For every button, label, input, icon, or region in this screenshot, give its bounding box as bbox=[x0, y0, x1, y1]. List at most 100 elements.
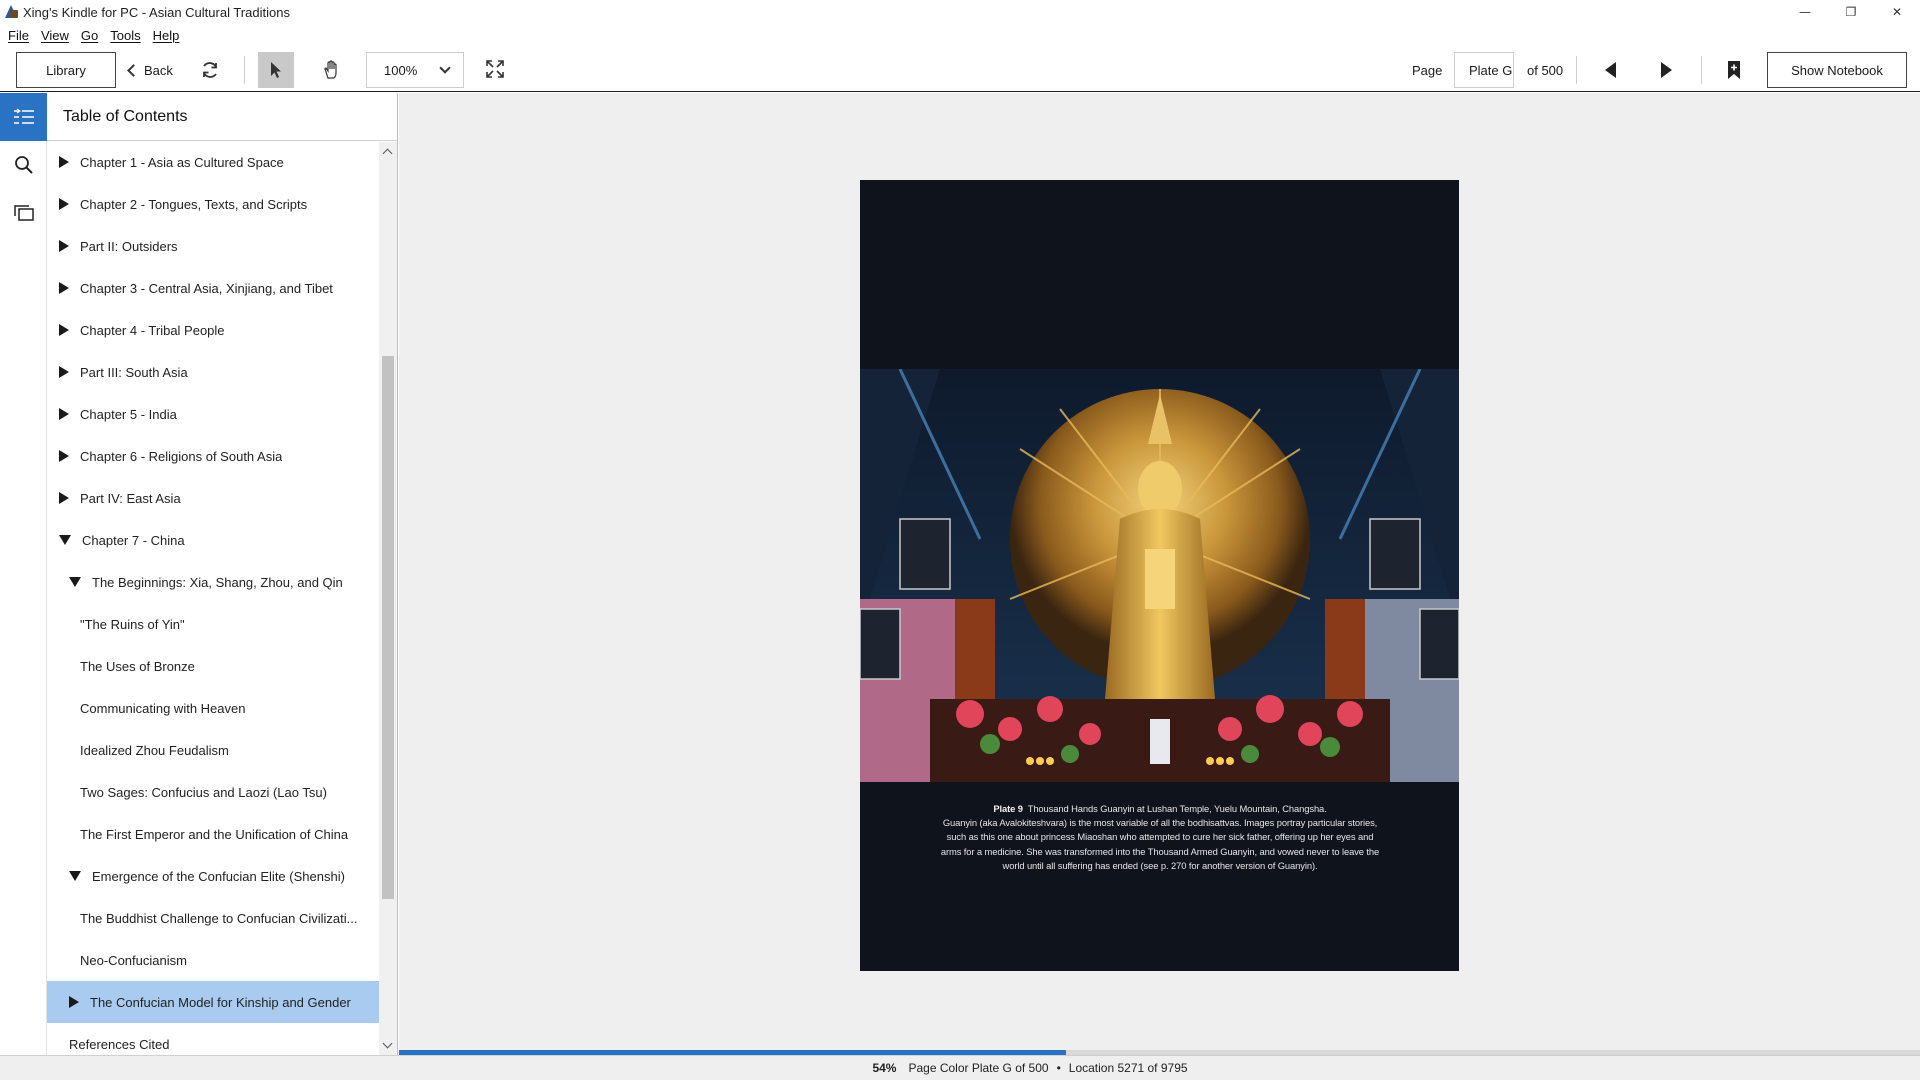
pointer-icon[interactable] bbox=[258, 52, 294, 88]
close-button[interactable]: ✕ bbox=[1874, 0, 1920, 24]
toc-item-label: Chapter 7 - China bbox=[82, 532, 185, 548]
window-title: Xing's Kindle for PC - Asian Cultural Tr… bbox=[23, 4, 290, 20]
expand-triangle-icon[interactable] bbox=[59, 450, 69, 462]
toc-item-label: Chapter 3 - Central Asia, Xinjiang, and … bbox=[80, 280, 333, 296]
toc-item[interactable]: Emergence of the Confucian Elite (Shensh… bbox=[47, 855, 379, 897]
fullscreen-icon[interactable] bbox=[484, 58, 508, 82]
toc-item[interactable]: Idealized Zhou Feudalism bbox=[47, 729, 379, 771]
sync-icon[interactable] bbox=[198, 58, 222, 82]
page-number-input[interactable]: Plate G bbox=[1454, 52, 1514, 88]
zoom-select[interactable]: 100% bbox=[366, 52, 464, 88]
toc-item[interactable]: The Buddhist Challenge to Confucian Civi… bbox=[47, 897, 379, 939]
toc-item[interactable]: Chapter 1 - Asia as Cultured Space bbox=[47, 142, 379, 183]
toc-item-label: The Buddhist Challenge to Confucian Civi… bbox=[80, 910, 358, 926]
back-label: Back bbox=[144, 62, 173, 78]
status-separator: • bbox=[1056, 1061, 1061, 1075]
side-rail bbox=[0, 93, 47, 1055]
menu-file[interactable]: File bbox=[8, 28, 37, 43]
scroll-down-icon[interactable] bbox=[382, 1038, 393, 1049]
expand-triangle-icon[interactable] bbox=[59, 324, 69, 336]
toc-item[interactable]: References Cited bbox=[47, 1023, 379, 1055]
toc-item[interactable]: The Uses of Bronze bbox=[47, 645, 379, 687]
next-page-icon[interactable] bbox=[1656, 60, 1676, 80]
expand-triangle-icon[interactable] bbox=[69, 996, 79, 1008]
page-status: Page Color Plate G of 500 bbox=[908, 1061, 1049, 1075]
menu-view[interactable]: View bbox=[41, 28, 77, 43]
kindle-app-icon bbox=[3, 4, 19, 20]
toolbar-divider bbox=[1701, 56, 1702, 84]
show-notebook-button[interactable]: Show Notebook bbox=[1767, 52, 1907, 88]
flashcards-icon[interactable] bbox=[0, 189, 47, 237]
toc-item-label: Idealized Zhou Feudalism bbox=[80, 742, 229, 758]
toc-item[interactable]: Two Sages: Confucius and Laozi (Lao Tsu) bbox=[47, 771, 379, 813]
toc-item-label: "The Ruins of Yin" bbox=[80, 616, 185, 632]
expand-triangle-icon[interactable] bbox=[59, 366, 69, 378]
toc-item-label: Communicating with Heaven bbox=[80, 700, 246, 716]
toc-item[interactable]: Part IV: East Asia bbox=[47, 477, 379, 519]
window-controls: — ❐ ✕ bbox=[1782, 0, 1920, 24]
plate-caption: Plate 9 Thousand Hands Guanyin at Lushan… bbox=[940, 802, 1380, 873]
menu-help[interactable]: Help bbox=[153, 28, 188, 43]
toc-item[interactable]: Chapter 5 - India bbox=[47, 393, 379, 435]
plate-title: Thousand Hands Guanyin at Lushan Temple,… bbox=[1027, 803, 1327, 814]
page-total: of 500 bbox=[1527, 62, 1564, 78]
toc-icon[interactable] bbox=[0, 93, 47, 141]
toc-item-label: The Uses of Bronze bbox=[80, 658, 195, 674]
scroll-up-icon[interactable] bbox=[382, 148, 393, 159]
toolbar-divider bbox=[244, 56, 245, 84]
menu-tools[interactable]: Tools bbox=[110, 28, 148, 43]
expand-triangle-icon[interactable] bbox=[59, 240, 69, 252]
expand-triangle-icon[interactable] bbox=[59, 408, 69, 420]
toc-item-label: Two Sages: Confucius and Laozi (Lao Tsu) bbox=[80, 784, 327, 800]
toc-item-label: Emergence of the Confucian Elite (Shensh… bbox=[92, 868, 345, 884]
library-button[interactable]: Library bbox=[16, 52, 116, 88]
zoom-value: 100% bbox=[384, 62, 418, 78]
toc-item-label: Part IV: East Asia bbox=[80, 490, 181, 506]
toc-item[interactable]: Chapter 3 - Central Asia, Xinjiang, and … bbox=[47, 267, 379, 309]
expand-triangle-icon[interactable] bbox=[59, 198, 69, 210]
hand-icon[interactable] bbox=[314, 52, 350, 88]
toc-item-label: Chapter 1 - Asia as Cultured Space bbox=[80, 154, 284, 170]
toc-item[interactable]: "The Ruins of Yin" bbox=[47, 603, 379, 645]
toc-item[interactable]: Chapter 4 - Tribal People bbox=[47, 309, 379, 351]
toc-item-label: The Beginnings: Xia, Shang, Zhou, and Qi… bbox=[92, 574, 343, 590]
toc-item[interactable]: Part II: Outsiders bbox=[47, 225, 379, 267]
table-of-contents-panel: Table of Contents Chapter 1 - Asia as Cu… bbox=[47, 93, 398, 1055]
bookmark-icon[interactable] bbox=[1724, 58, 1744, 82]
toc-item[interactable]: Chapter 2 - Tongues, Texts, and Scripts bbox=[47, 183, 379, 225]
back-button[interactable]: Back bbox=[127, 52, 173, 88]
minimize-button[interactable]: — bbox=[1782, 0, 1828, 24]
toc-item[interactable]: Chapter 6 - Religions of South Asia bbox=[47, 435, 379, 477]
scrollbar-thumb[interactable] bbox=[382, 356, 394, 899]
toc-item-label: Part II: Outsiders bbox=[80, 238, 178, 254]
toc-scrollbar[interactable] bbox=[379, 142, 397, 1055]
reading-pane[interactable]: Plate 9 Thousand Hands Guanyin at Lushan… bbox=[399, 93, 1920, 1055]
title-bar: Xing's Kindle for PC - Asian Cultural Tr… bbox=[0, 0, 1920, 24]
toc-item[interactable]: The First Emperor and the Unification of… bbox=[47, 813, 379, 855]
toc-item-label: The Confucian Model for Kinship and Gend… bbox=[90, 994, 351, 1010]
collapse-triangle-icon[interactable] bbox=[69, 871, 81, 881]
toc-item[interactable]: Communicating with Heaven bbox=[47, 687, 379, 729]
toc-item[interactable]: Part III: South Asia bbox=[47, 351, 379, 393]
expand-triangle-icon[interactable] bbox=[59, 156, 69, 168]
collapse-triangle-icon[interactable] bbox=[69, 577, 81, 587]
prev-page-icon[interactable] bbox=[1600, 60, 1620, 80]
location-status: Location 5271 of 9795 bbox=[1068, 1061, 1188, 1075]
chevron-left-icon bbox=[127, 63, 140, 77]
maximize-button[interactable]: ❐ bbox=[1828, 0, 1874, 24]
collapse-triangle-icon[interactable] bbox=[59, 535, 71, 545]
menu-bar: File View Go Tools Help bbox=[0, 24, 1920, 46]
toc-item-label: Chapter 5 - India bbox=[80, 406, 177, 422]
toc-item[interactable]: The Beginnings: Xia, Shang, Zhou, and Qi… bbox=[47, 561, 379, 603]
toc-item[interactable]: Chapter 7 - China bbox=[47, 519, 379, 561]
toc-item-label: Chapter 4 - Tribal People bbox=[80, 322, 225, 338]
toc-list: Chapter 1 - Asia as Cultured Space Chapte… bbox=[47, 142, 379, 1055]
expand-triangle-icon[interactable] bbox=[59, 492, 69, 504]
menu-go[interactable]: Go bbox=[81, 28, 106, 43]
plate-description: Guanyin (aka Avalokiteshvara) is the mos… bbox=[940, 817, 1380, 871]
search-icon[interactable] bbox=[0, 141, 47, 189]
toc-item[interactable]: Neo-Confucianism bbox=[47, 939, 379, 981]
expand-triangle-icon[interactable] bbox=[59, 282, 69, 294]
toc-item[interactable]: The Confucian Model for Kinship and Gend… bbox=[47, 981, 379, 1023]
book-page: Plate 9 Thousand Hands Guanyin at Lushan… bbox=[860, 180, 1459, 971]
